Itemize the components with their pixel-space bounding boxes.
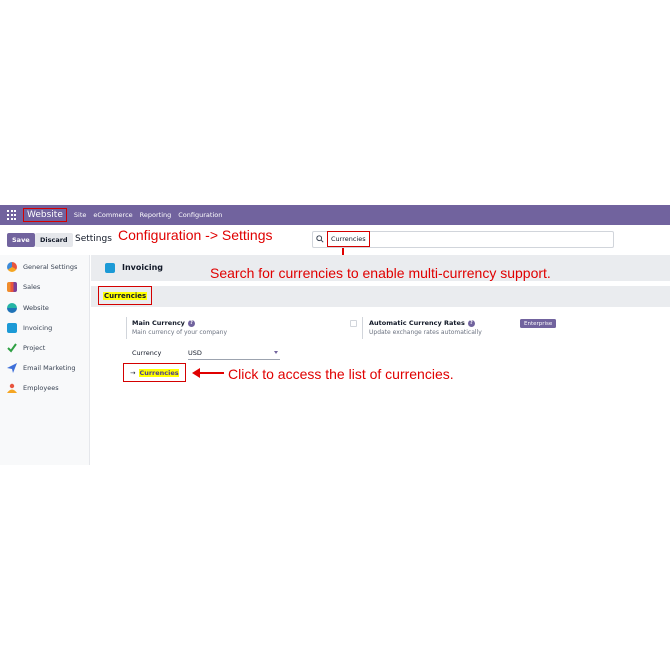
nav-item-reporting[interactable]: Reporting (140, 211, 172, 219)
settings-sidebar: General Settings Sales Website Invoicing… (0, 255, 90, 465)
paper-plane-icon (7, 363, 17, 373)
sidebar-item-email-marketing[interactable]: Email Marketing (7, 362, 76, 374)
currency-select[interactable]: USD (188, 346, 280, 360)
main-currency-title: Main Currency? (132, 319, 195, 327)
currency-field-label: Currency (132, 349, 162, 357)
nav-item-ecommerce[interactable]: eCommerce (93, 211, 132, 219)
sidebar-item-general-settings[interactable]: General Settings (7, 261, 77, 273)
sidebar-item-sales[interactable]: Sales (7, 281, 40, 293)
sidebar-item-label: General Settings (23, 263, 78, 271)
sidebar-item-project[interactable]: Project (7, 342, 45, 354)
search-icon (316, 235, 324, 243)
currency-select-value: USD (188, 349, 202, 357)
sidebar-item-label: Email Marketing (23, 364, 76, 372)
help-icon[interactable]: ? (187, 319, 195, 327)
section-title: Invoicing (122, 263, 164, 272)
sidebar-item-label: Website (23, 304, 49, 312)
breadcrumb: Settings (75, 234, 112, 244)
currencies-link[interactable]: → Currencies (123, 363, 186, 382)
nav-item-configuration[interactable]: Configuration (178, 211, 222, 219)
sidebar-item-label: Project (23, 344, 46, 352)
annotation-search: Search for currencies to enable multi-cu… (210, 265, 551, 281)
enterprise-badge: Enterprise (520, 319, 557, 328)
auto-rates-title: Automatic Currency Rates? (369, 319, 475, 327)
auto-rates-description: Update exchange rates automatically (369, 329, 482, 336)
save-button[interactable]: Save (7, 233, 35, 247)
subsection-title-text: Currencies (103, 291, 148, 300)
main-currency-description: Main currency of your company (132, 329, 228, 336)
sidebar-item-label: Invoicing (23, 324, 53, 332)
discard-button[interactable]: Discard (35, 233, 73, 247)
subsection-title: Currencies (98, 286, 153, 305)
invoice-icon (105, 263, 115, 273)
subsection-header (91, 286, 670, 307)
setting-divider (362, 317, 363, 339)
arrow-right-icon: → (130, 368, 136, 377)
check-icon (7, 343, 17, 353)
annotation-arrow (196, 372, 224, 374)
screenshot-area: Website Site eCommerce Reporting Configu… (0, 205, 670, 465)
sidebar-item-label: Employees (23, 384, 59, 392)
annotation-config: Configuration -> Settings (118, 227, 273, 243)
auto-rates-checkbox[interactable] (350, 320, 357, 327)
nav-item-site[interactable]: Site (74, 211, 86, 219)
app-brand-menu[interactable]: Website (23, 208, 67, 222)
sidebar-item-website[interactable]: Website (7, 302, 49, 314)
currencies-link-label: Currencies (139, 368, 179, 377)
people-icon (7, 383, 17, 393)
sidebar-item-invoicing[interactable]: Invoicing (7, 322, 52, 334)
globe-icon (7, 303, 17, 313)
help-icon[interactable]: ? (467, 319, 475, 327)
sales-chart-icon (7, 282, 17, 292)
apps-grid-icon[interactable] (7, 210, 17, 220)
setting-divider (126, 317, 127, 339)
chevron-down-icon (274, 351, 278, 354)
sidebar-item-label: Sales (23, 283, 41, 291)
sidebar-item-employees[interactable]: Employees (7, 382, 59, 394)
annotation-click: Click to access the list of currencies. (228, 366, 454, 382)
top-navbar: Website Site eCommerce Reporting Configu… (0, 205, 670, 225)
search-input-value[interactable]: Currencies (327, 231, 370, 247)
gear-icon (7, 262, 17, 272)
invoice-icon (7, 323, 17, 333)
